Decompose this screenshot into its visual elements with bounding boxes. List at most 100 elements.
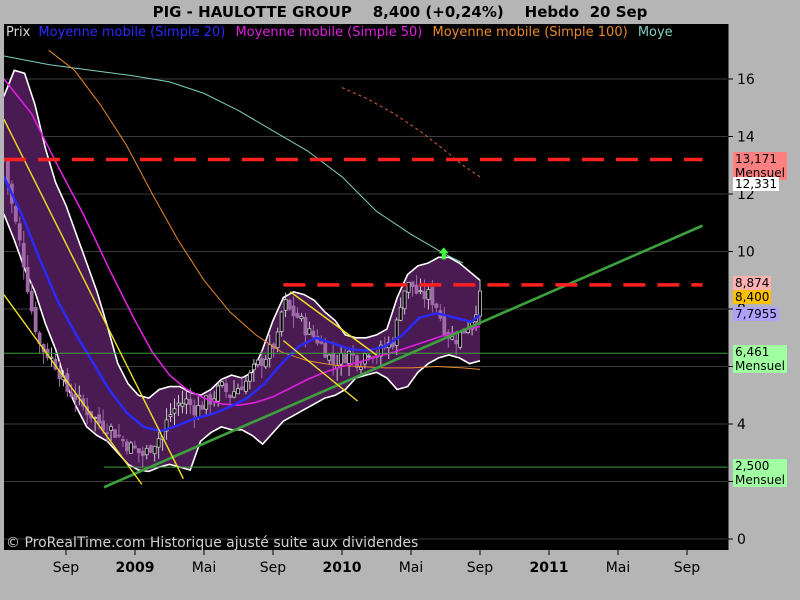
x-tick-label: Sep <box>260 560 287 576</box>
candle-body <box>331 353 336 365</box>
y-tick-label: 0 <box>737 532 746 548</box>
period-label: Hebdo 20 Sep <box>524 3 648 21</box>
price-tag: 8,400 <box>733 289 772 304</box>
candle-body <box>156 438 161 448</box>
candle-body <box>236 388 240 395</box>
price-tag-value: 6,461 <box>735 345 770 360</box>
candle-body <box>287 299 292 310</box>
candle-body <box>200 404 205 410</box>
candle-body <box>13 206 18 222</box>
price-tag-value: 8,400 <box>735 289 770 304</box>
candle-body <box>303 317 308 336</box>
candle-body <box>267 344 272 359</box>
candle-body <box>113 429 117 438</box>
candle-body <box>105 432 109 435</box>
candle-body <box>240 386 244 391</box>
candle-body <box>351 353 355 356</box>
candle-body <box>418 290 423 292</box>
candle-body <box>343 354 348 364</box>
price-tag-value: 13,171 <box>735 152 777 167</box>
candle-body <box>33 307 38 333</box>
x-tick-label: Mai <box>192 560 217 576</box>
price-tag-value: 7,7955 <box>735 306 777 321</box>
symbol-name: PIG - HAULOTTE GROUP <box>152 3 352 21</box>
x-tick-label: Sep <box>467 560 494 576</box>
candle-body <box>259 358 264 367</box>
legend-item-sma50[interactable]: Moyenne mobile (Simple 50) <box>235 25 422 40</box>
candle-body <box>232 391 236 398</box>
x-tick-label: 2011 <box>530 560 569 576</box>
candle-body <box>124 441 129 452</box>
candle-body <box>29 290 34 312</box>
candle-body <box>196 404 201 418</box>
candle-body <box>478 290 482 317</box>
candle-body <box>307 328 312 335</box>
candle-body <box>442 314 447 336</box>
y-tick-label: 14 <box>737 130 755 146</box>
candle-body <box>283 299 288 311</box>
legend-item-price[interactable]: Prix <box>6 25 30 40</box>
candle-body <box>430 287 435 306</box>
x-tick-label: Mai <box>606 560 631 576</box>
candle-body <box>406 281 411 293</box>
candle-body <box>398 306 403 321</box>
candle-body <box>339 353 344 365</box>
price-tag: 12,331 <box>733 177 779 192</box>
candle-body <box>319 341 324 344</box>
y-tick-label: 16 <box>737 72 755 88</box>
price-tag: 6,461 Mensuel <box>733 345 787 374</box>
x-tick-label: Sep <box>674 560 701 576</box>
price-tag-value: 8,874 <box>735 275 770 290</box>
candle-body <box>69 392 74 397</box>
candle-body <box>140 450 145 457</box>
candle-body <box>132 445 137 449</box>
legend-item-ma-extra[interactable]: Moye <box>638 25 673 40</box>
candle-body <box>422 290 427 300</box>
candle-body <box>25 267 30 293</box>
candle-body <box>244 380 248 392</box>
candle-body <box>454 339 459 345</box>
candle-body <box>172 408 177 414</box>
price-tag: 13,171 Mensuel <box>733 152 787 181</box>
x-tick-label: 2009 <box>116 560 155 576</box>
candle-body <box>426 289 431 300</box>
legend: Prix Moyenne mobile (Simple 20) Moyenne … <box>6 25 673 40</box>
candle-body <box>414 284 419 294</box>
x-tick-label: 2010 <box>323 560 362 576</box>
candle-body <box>117 434 121 437</box>
candle-body <box>275 331 280 349</box>
candle-body <box>188 398 193 405</box>
candle-body <box>144 447 149 456</box>
price-tag-value: 2,500 <box>735 459 770 474</box>
candle-body <box>450 336 455 340</box>
legend-item-sma100[interactable]: Moyenne mobile (Simple 100) <box>433 25 628 40</box>
candle-body <box>152 445 157 455</box>
candle-body <box>184 398 189 405</box>
candle-body <box>255 359 260 366</box>
last-price: 8,400 (+0,24%) <box>372 3 504 21</box>
candle-body <box>136 448 141 454</box>
candle-body <box>128 442 133 454</box>
candle-body <box>359 366 363 370</box>
price-chart[interactable]: 0246810121416 Sep2009MaiSep2010MaiSep201… <box>0 0 800 600</box>
legend-item-sma20[interactable]: Moyenne mobile (Simple 20) <box>38 25 225 40</box>
plot-area[interactable] <box>4 24 728 550</box>
candle-body <box>323 343 328 358</box>
price-tag: 8,874 <box>733 275 772 290</box>
candle-body <box>402 290 407 310</box>
candle-body <box>291 305 296 317</box>
candle-body <box>295 312 300 318</box>
candle-body <box>311 330 316 337</box>
y-tick-label: 4 <box>737 417 746 433</box>
candle-body <box>168 414 173 417</box>
candle-body <box>5 159 10 184</box>
candle-body <box>458 331 463 348</box>
candle-body <box>434 303 439 309</box>
candle-body <box>394 319 399 346</box>
candle-body <box>410 281 415 287</box>
candle-body <box>228 394 232 398</box>
candle-body <box>251 363 256 371</box>
candle-body <box>121 438 125 442</box>
chart-title: PIG - HAULOTTE GROUP 8,400 (+0,24%) Hebd… <box>0 0 800 24</box>
candle-body <box>21 242 26 268</box>
